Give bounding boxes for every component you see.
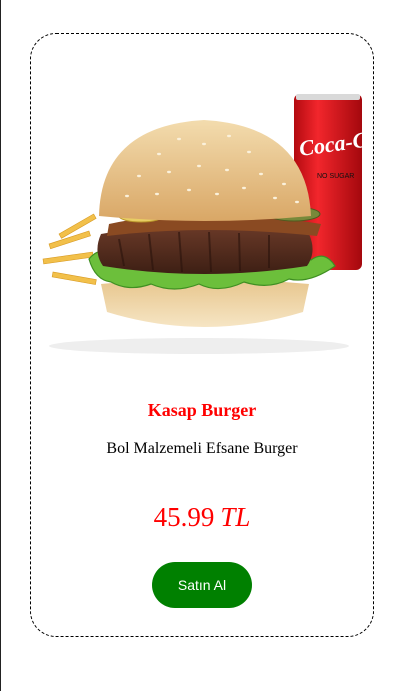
- product-description: Bol Malzemeli Efsane Burger: [106, 440, 298, 457]
- product-price: 45.99 TL: [31, 502, 373, 533]
- buy-button[interactable]: Satın Al: [152, 562, 252, 608]
- product-card: Coca-Cola NO SUGAR Kasap Burger Bol Malz…: [30, 33, 374, 637]
- svg-text:NO SUGAR: NO SUGAR: [317, 173, 354, 180]
- price-currency: TL: [220, 502, 251, 532]
- product-title: Kasap Burger: [147, 400, 257, 420]
- product-image: Coca-Cola NO SUGAR: [42, 94, 369, 354]
- price-value: 45.99: [153, 502, 215, 532]
